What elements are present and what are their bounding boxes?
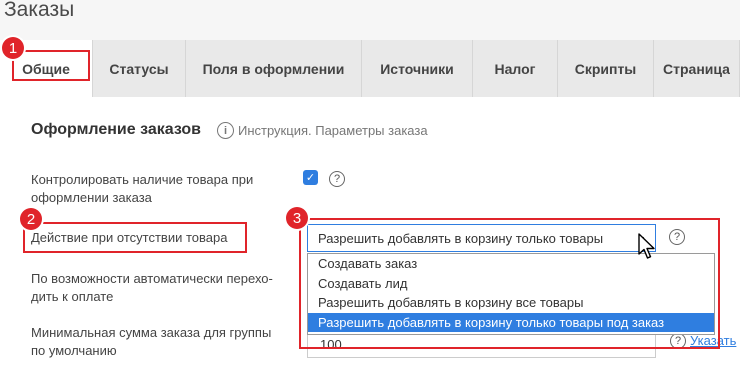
- highlight-box-1: [12, 50, 90, 81]
- out-of-stock-label: Действие при отсутствии товара: [31, 230, 228, 245]
- mouse-cursor-icon: [638, 233, 655, 259]
- min-sum-label-line2: по умолчанию: [31, 343, 117, 358]
- tab-statuses[interactable]: Статусы: [93, 40, 186, 97]
- question-icon[interactable]: ?: [329, 171, 345, 187]
- tab-page[interactable]: Страница: [654, 40, 740, 97]
- annotation-badge-3: 3: [286, 207, 308, 229]
- check-stock-checkbox[interactable]: ✓: [303, 170, 318, 185]
- auto-payment-label-line2: дить к оплате: [31, 289, 114, 304]
- tab-sources[interactable]: Источники: [362, 40, 473, 97]
- check-stock-label: Контролировать наличие товара при оформл…: [31, 172, 254, 205]
- tab-checkout-fields[interactable]: Поля в оформлении: [186, 40, 362, 97]
- min-sum-label-line1: Минимальная сумма заказа для группы: [31, 325, 272, 340]
- page-title: Заказы: [4, 0, 75, 21]
- tab-tax[interactable]: Налог: [473, 40, 558, 97]
- auto-payment-label-line1: По возможности автоматически перехо-: [31, 271, 273, 286]
- section-title: Оформление заказов: [31, 121, 202, 138]
- info-icon[interactable]: i: [217, 122, 234, 139]
- tab-scripts[interactable]: Скрипты: [558, 40, 654, 97]
- tab-bar: Общие Статусы Поля в оформлении Источник…: [0, 40, 740, 97]
- instruction-link[interactable]: Инструкция. Параметры заказа: [238, 123, 428, 138]
- annotation-badge-1: 1: [2, 37, 24, 59]
- annotation-badge-2: 2: [20, 208, 42, 230]
